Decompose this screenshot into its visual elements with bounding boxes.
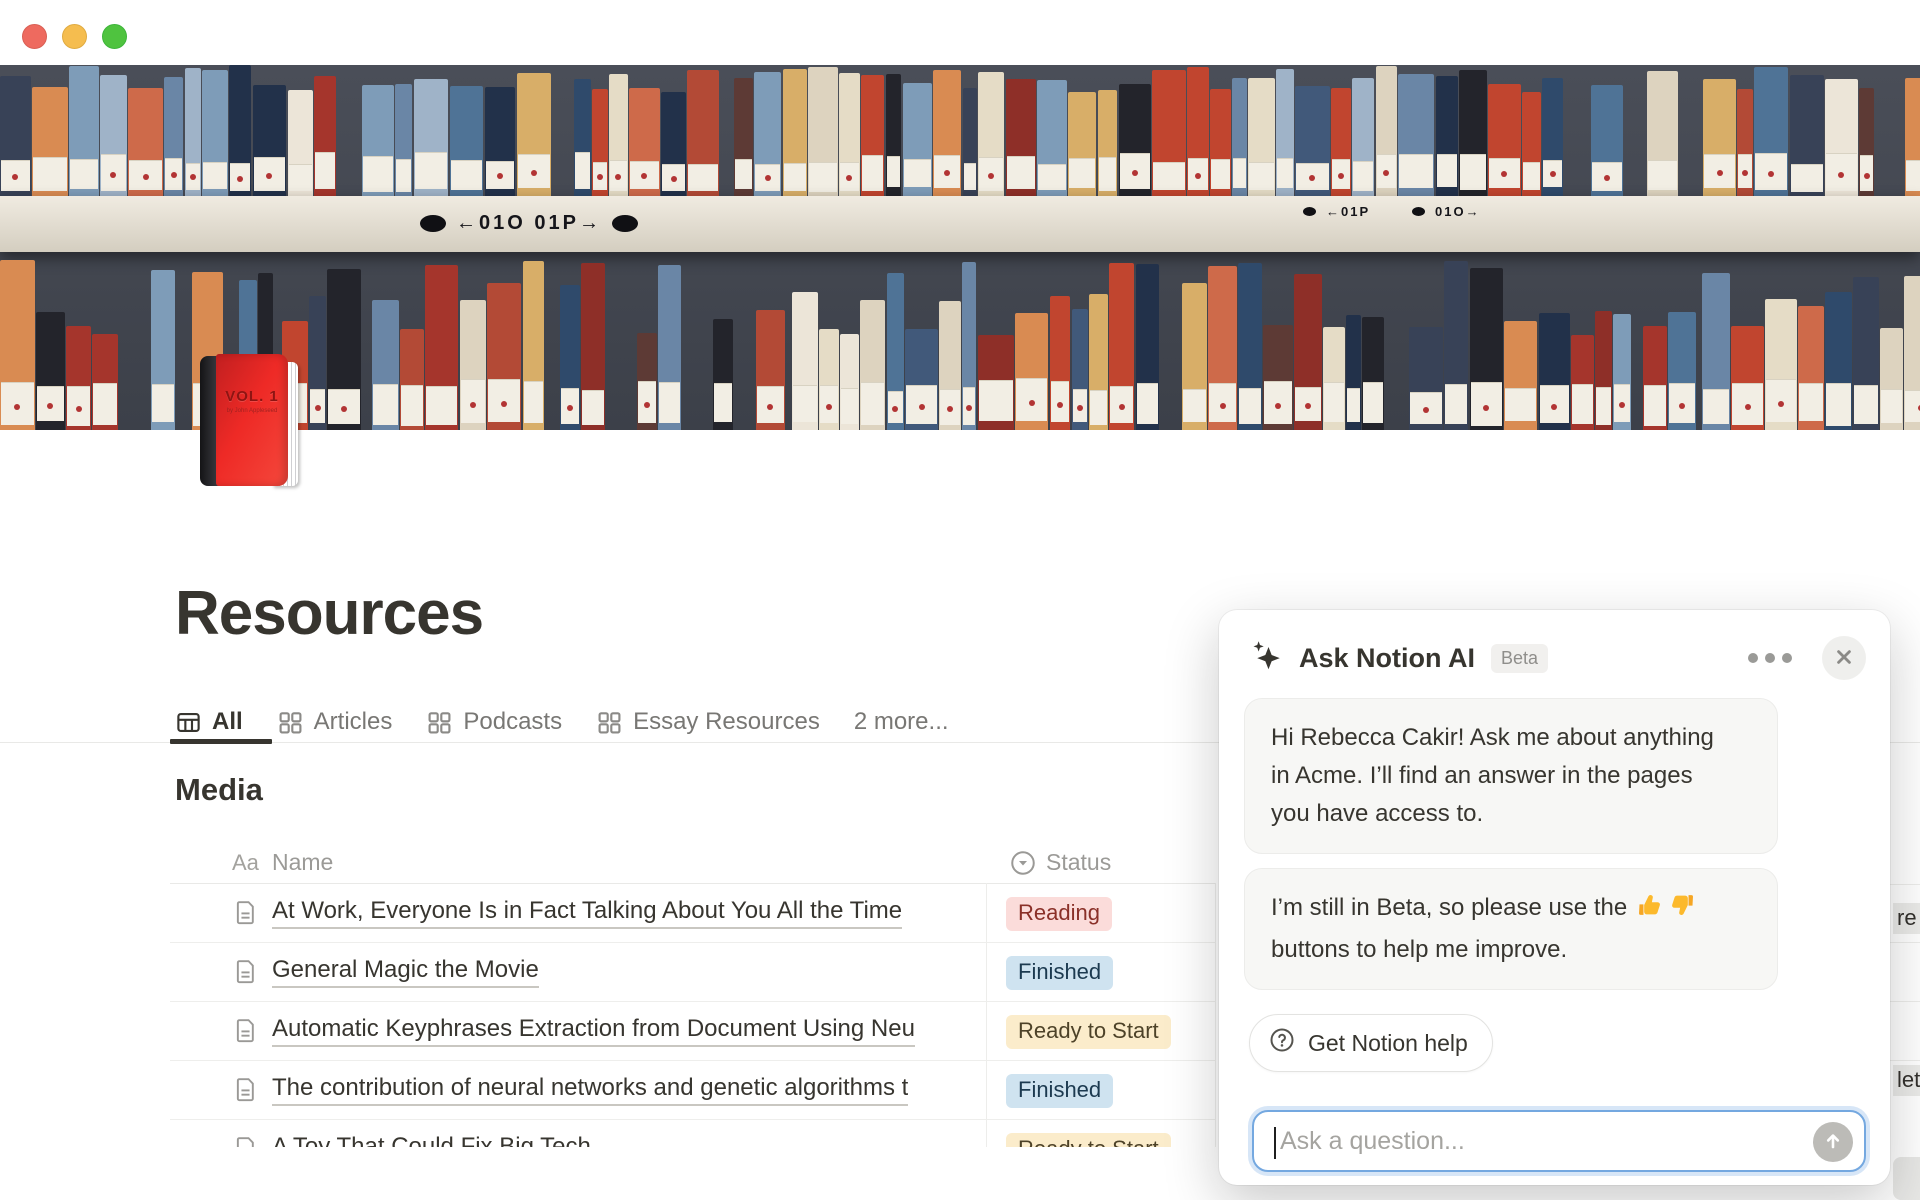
help-question-icon	[1268, 1026, 1296, 1060]
tab-more-views[interactable]: 2 more...	[854, 708, 949, 736]
page-title: Resources	[175, 578, 483, 649]
bookshelf-top-row	[0, 65, 1920, 196]
table-row[interactable]: General Magic the Movie Finished	[170, 943, 1216, 1002]
table-row[interactable]: The contribution of neural networks and …	[170, 1061, 1216, 1120]
ask-question-field[interactable]	[1252, 1110, 1866, 1172]
window-controls	[22, 24, 127, 49]
shelf-call-number-label: 01O→	[1412, 204, 1481, 219]
ask-notion-ai-panel: Ask Notion AI Beta Hi Rebecca Cakir! Ask…	[1219, 610, 1890, 1185]
thumbs-down-icon	[1668, 891, 1696, 931]
ai-panel-header: Ask Notion AI Beta	[1219, 610, 1890, 680]
row-title-link[interactable]: At Work, Everyone Is in Fact Talking Abo…	[272, 897, 902, 929]
title-property-icon: Aa	[232, 850, 259, 876]
clipped-element-fragment	[1893, 1157, 1920, 1200]
close-window-button[interactable]	[22, 24, 47, 49]
ai-message: Hi Rebecca Cakir! Ask me about anything …	[1244, 698, 1778, 854]
page-doc-icon	[232, 899, 259, 931]
close-icon	[1831, 644, 1857, 673]
get-notion-help-button[interactable]: Get Notion help	[1249, 1014, 1493, 1072]
view-tabs: All Articles Podcasts	[175, 702, 949, 742]
book-cover: VOL. 1 by John Appleseed	[216, 354, 288, 486]
page-doc-icon	[232, 958, 259, 990]
text-caret	[1274, 1127, 1276, 1159]
send-question-button[interactable]	[1813, 1122, 1853, 1162]
table-view-icon	[175, 709, 202, 736]
tab-label: Podcasts	[463, 708, 562, 736]
media-table: Aa Name Status At Work, Everyone Is in F…	[170, 845, 1216, 1147]
clipped-cell-fragment: re	[1893, 903, 1920, 934]
status-badge[interactable]: Finished	[1006, 1074, 1113, 1108]
tab-podcasts[interactable]: Podcasts	[426, 708, 562, 736]
shelf-dot-icon	[1412, 207, 1425, 216]
shelf-call-number-label: ←01O 01P→	[420, 212, 638, 235]
row-title-link[interactable]: A Toy That Could Fix Big Tech	[272, 1133, 591, 1147]
more-options-button[interactable]	[1738, 643, 1802, 673]
gallery-view-icon	[426, 709, 453, 736]
row-title-link[interactable]: General Magic the Movie	[272, 956, 539, 988]
zoom-window-button[interactable]	[102, 24, 127, 49]
minimize-window-button[interactable]	[62, 24, 87, 49]
shelf-dot-icon	[612, 215, 638, 232]
shelf-dot-icon	[420, 215, 446, 232]
page-doc-icon	[232, 1017, 259, 1049]
ai-panel-title: Ask Notion AI	[1299, 643, 1475, 674]
notion-window: ←01O 01P→ ←01P 01O→ VOL. 1 by John Apple…	[0, 0, 1920, 1200]
table-row[interactable]: Automatic Keyphrases Extraction from Doc…	[170, 1002, 1216, 1061]
tab-label: Articles	[314, 708, 393, 736]
status-badge[interactable]: Reading	[1006, 897, 1112, 931]
status-badge[interactable]: Ready to Start	[1006, 1015, 1171, 1049]
tab-articles[interactable]: Articles	[277, 708, 393, 736]
table-row[interactable]: At Work, Everyone Is in Fact Talking Abo…	[170, 884, 1216, 943]
help-button-label: Get Notion help	[1308, 1030, 1468, 1057]
shelf-dot-icon	[1303, 207, 1316, 216]
ai-message: I’m still in Beta, so please use the but…	[1244, 868, 1778, 990]
shelf-call-number-label: ←01P	[1303, 204, 1370, 219]
thumbs-up-icon	[1636, 891, 1664, 931]
ask-question-input[interactable]	[1254, 1127, 1864, 1156]
tab-label: All	[212, 708, 243, 736]
row-title-link[interactable]: The contribution of neural networks and …	[272, 1074, 908, 1106]
section-title: Media	[175, 772, 263, 808]
row-divider-fragment	[1888, 884, 1920, 885]
active-tab-underline	[170, 739, 272, 744]
gallery-view-icon	[277, 709, 304, 736]
tab-label: 2 more...	[854, 708, 949, 736]
beta-badge: Beta	[1491, 644, 1548, 673]
arrow-up-icon	[1821, 1129, 1845, 1156]
page-icon-closed-book-emoji[interactable]: VOL. 1 by John Appleseed	[190, 354, 304, 490]
row-divider-fragment	[1888, 942, 1920, 943]
page-doc-icon	[232, 1076, 259, 1108]
table-header-row: Aa Name Status	[170, 845, 1216, 883]
status-badge[interactable]: Finished	[1006, 956, 1113, 990]
gallery-view-icon	[596, 709, 623, 736]
tab-label: Essay Resources	[633, 708, 820, 736]
clipped-cell-fragment: let	[1893, 1065, 1920, 1096]
status-badge[interactable]: Ready to Start	[1006, 1133, 1171, 1147]
select-property-icon	[1008, 848, 1038, 884]
close-panel-button[interactable]	[1822, 636, 1866, 680]
row-divider-fragment	[1888, 1001, 1920, 1002]
tab-all[interactable]: All	[175, 708, 243, 736]
table-row[interactable]: A Toy That Could Fix Big Tech Ready to S…	[170, 1120, 1216, 1147]
column-header-status[interactable]: Status	[1046, 849, 1111, 876]
column-header-name[interactable]: Name	[272, 849, 333, 876]
page-doc-icon	[232, 1135, 259, 1147]
sparkle-ai-icon	[1249, 638, 1285, 679]
tab-essay-resources[interactable]: Essay Resources	[596, 708, 820, 736]
shelf-board: ←01O 01P→ ←01P 01O→	[0, 196, 1920, 252]
row-title-link[interactable]: Automatic Keyphrases Extraction from Doc…	[272, 1015, 915, 1047]
row-divider-fragment	[1888, 1060, 1920, 1061]
